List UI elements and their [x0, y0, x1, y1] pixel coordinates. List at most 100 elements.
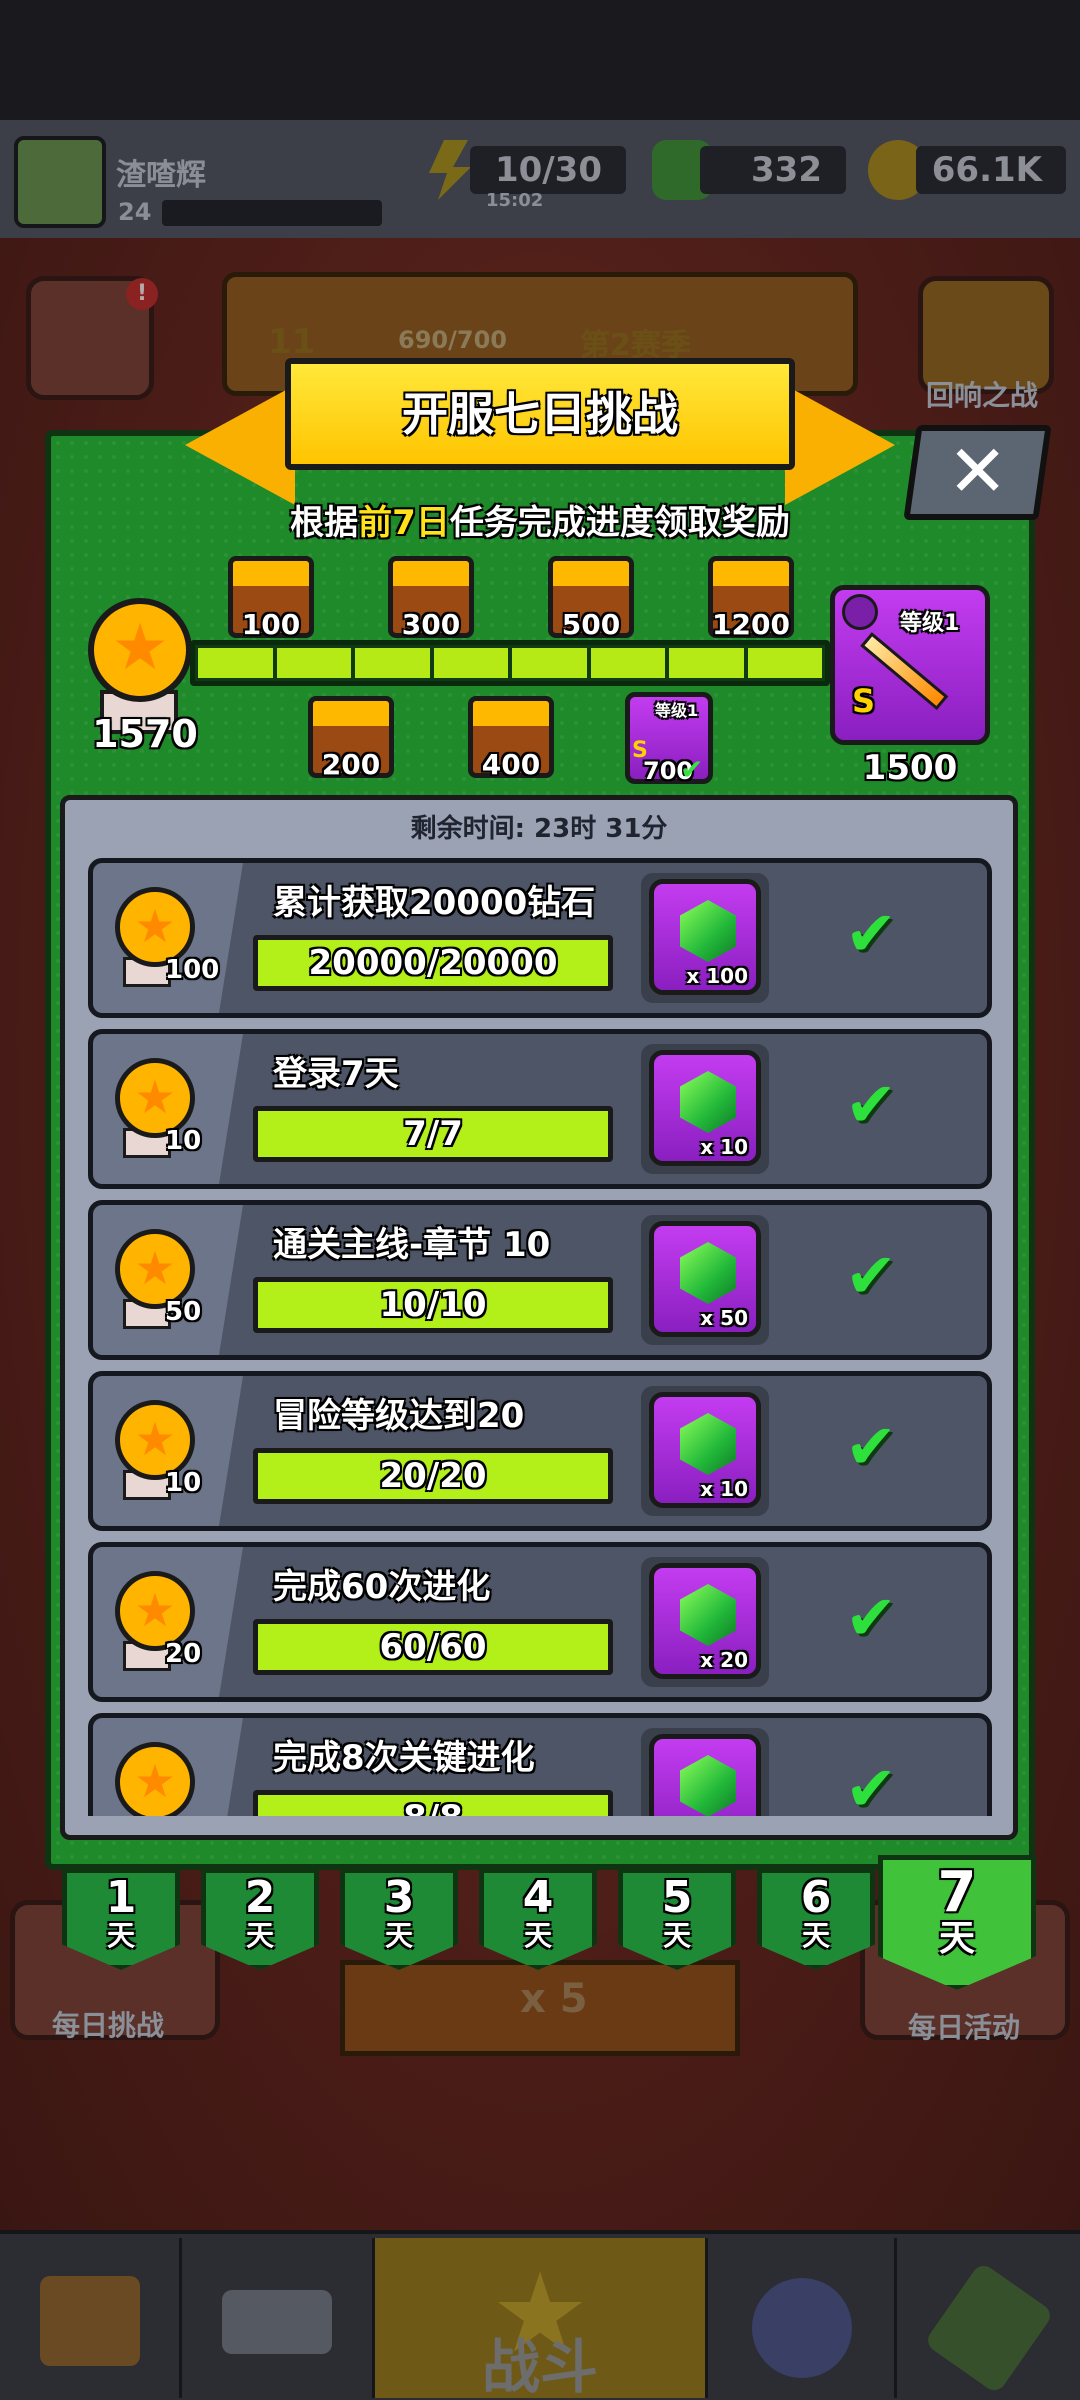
milestone-points: 1200	[712, 608, 790, 641]
dna-icon	[922, 2261, 1055, 2395]
task-row: ★ 20 完成60次进化 60/60 x 20 ✔	[88, 1542, 992, 1702]
day-unit: 天	[106, 1919, 135, 1952]
season-progress: 690/700	[398, 326, 507, 354]
player-level: 24	[118, 198, 152, 226]
task-progress: 7/7	[253, 1106, 613, 1162]
task-progress: 20/20	[253, 1448, 613, 1504]
task-progress: 20000/20000	[253, 935, 613, 991]
day-unit: 天	[662, 1919, 691, 1952]
task-title: 通关主线-章节 10	[273, 1225, 551, 1265]
completed-check-icon: ✔	[845, 897, 897, 970]
reward-card: x 10	[649, 1050, 761, 1166]
day-unit: 天	[523, 1919, 552, 1952]
task-row: ★ 10 冒险等级达到20 20/20 x 10 ✔	[88, 1371, 992, 1531]
reward-type-icon	[842, 594, 878, 630]
status-bar-area	[0, 0, 1080, 120]
reward-quantity: x 10	[700, 1135, 748, 1159]
task-progress: 60/60	[253, 1619, 613, 1675]
nav-talent[interactable]	[712, 2238, 892, 2398]
progress-segment	[198, 648, 273, 678]
reward-quantity: x 20	[700, 1648, 748, 1672]
task-reward[interactable]	[641, 1728, 769, 1816]
task-reward[interactable]: x 10	[641, 1044, 769, 1174]
nav-weapons[interactable]	[184, 2238, 370, 2398]
subtitle-prefix: 根据	[290, 503, 359, 543]
completed-check-icon: ✔	[845, 1410, 897, 1483]
task-row: ★ 10 登录7天 7/7 x 10 ✔	[88, 1029, 992, 1189]
weapon-icon	[222, 2290, 332, 2354]
talent-ball-icon	[752, 2278, 852, 2378]
day-number: 1	[105, 1872, 137, 1923]
completed-check-icon: ✔	[845, 1239, 897, 1312]
reward-card: x 100	[649, 879, 761, 995]
gem-icon	[680, 1242, 736, 1304]
season-level: 11	[268, 322, 316, 362]
day-number: 6	[800, 1872, 832, 1923]
task-row: ★ 100 累计获取20000钻石 20000/20000 x 100 ✔	[88, 858, 992, 1018]
reward-tier: S	[852, 682, 876, 720]
day-unit: 天	[384, 1919, 413, 1952]
gem-icon	[680, 1071, 736, 1133]
gem-icon	[680, 1584, 736, 1646]
day-number: 4	[522, 1872, 554, 1923]
task-title: 完成60次进化	[273, 1567, 491, 1607]
progress-segment	[747, 648, 822, 678]
reward-quantity: x 50	[700, 1306, 748, 1330]
task-reward[interactable]: x 50	[641, 1215, 769, 1345]
daily-challenge-label: 每日挑战	[52, 2009, 165, 2042]
star-icon: ★	[111, 611, 169, 685]
reward-level: 等级1	[900, 611, 960, 636]
nav-evolution[interactable]	[894, 2238, 1080, 2398]
claimed-check-icon: ✔	[680, 753, 704, 786]
coin-counter: 66.1K	[916, 146, 1066, 194]
milestone-points: 200	[321, 748, 381, 781]
task-progress: 10/10	[253, 1277, 613, 1333]
task-title: 冒险等级达到20	[273, 1396, 525, 1436]
nav-battle-label: 战斗	[481, 2333, 598, 2400]
total-points: 1570	[92, 712, 198, 756]
day-unit: 天	[245, 1919, 274, 1952]
subtitle-highlight: 前7日	[358, 503, 450, 543]
task-row: ★ 完成8次关键进化 8/8 ✔	[88, 1713, 992, 1816]
player-xp-bar	[162, 200, 382, 226]
progress-segment	[433, 648, 508, 678]
completed-check-icon: ✔	[845, 1752, 897, 1816]
task-points: 50	[165, 1297, 202, 1327]
avatar[interactable]	[14, 136, 106, 228]
task-points: 100	[165, 955, 220, 985]
task-reward[interactable]: x 10	[641, 1386, 769, 1516]
task-reward[interactable]: x 100	[641, 873, 769, 1003]
progress-segment	[669, 648, 744, 678]
completed-check-icon: ✔	[845, 1581, 897, 1654]
day-unit: 天	[938, 1918, 975, 1959]
event-label: 回响之战	[926, 379, 1039, 412]
reward-card: x 10	[649, 1392, 761, 1508]
points-progress-bar	[190, 640, 830, 686]
task-points: 10	[165, 1468, 202, 1498]
reward-quantity: x 100	[686, 964, 748, 988]
task-reward[interactable]: x 20	[641, 1557, 769, 1687]
points-medal: ★	[88, 598, 192, 702]
task-title: 累计获取20000钻石	[273, 883, 596, 923]
shop-icon	[39, 2276, 140, 2366]
energy-cost: x 5	[520, 1976, 588, 2022]
energy-timer: 15:02	[486, 190, 544, 211]
milestone-points: 400	[481, 748, 541, 781]
progress-segment	[590, 648, 665, 678]
task-list[interactable]: ★ 100 累计获取20000钻石 20000/20000 x 100 ✔ ★ …	[88, 858, 992, 1816]
modal-title: 开服七日挑战	[402, 387, 678, 441]
reward-card: x 20	[649, 1563, 761, 1679]
day-unit: 天	[801, 1919, 830, 1952]
banner-wing-right	[785, 385, 895, 505]
task-title: 登录7天	[273, 1054, 399, 1094]
gem-icon	[680, 1755, 736, 1816]
progress-segment	[355, 648, 430, 678]
title-banner: 开服七日挑战	[285, 358, 795, 470]
reward-level: 等级1	[655, 701, 699, 720]
progress-segment	[512, 648, 587, 678]
nav-shop[interactable]	[0, 2238, 182, 2398]
remaining-time: 剩余时间: 23时 31分	[410, 814, 668, 844]
completed-check-icon: ✔	[845, 1068, 897, 1141]
task-points: 10	[165, 1126, 202, 1156]
energy-counter: 10/30	[470, 146, 626, 194]
